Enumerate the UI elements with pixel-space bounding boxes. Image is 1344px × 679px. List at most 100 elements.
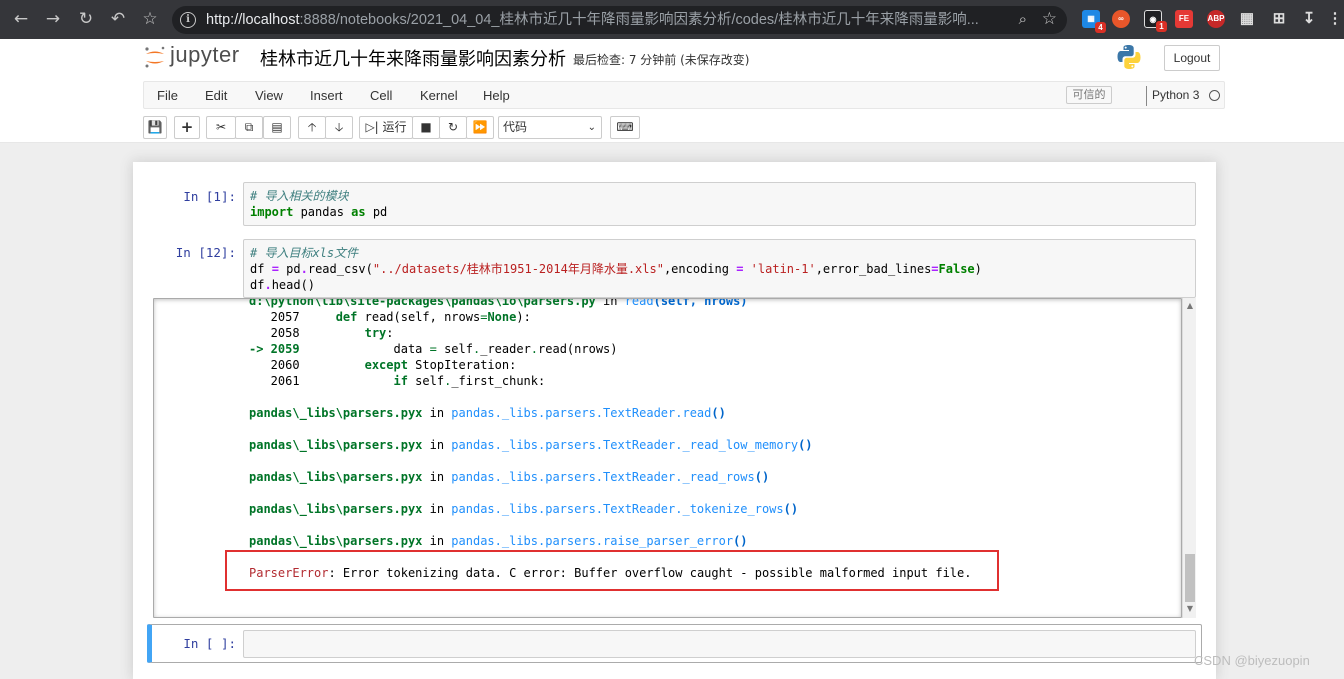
code-token: data [299, 342, 430, 356]
code-token: in [595, 298, 625, 308]
logout-button[interactable]: Logout [1164, 45, 1220, 71]
traceback-line: pandas\_libs\parsers.pyx in pandas._libs… [249, 501, 798, 517]
code-token: # 导入相关的模块 [250, 189, 349, 203]
code-token: 2061 [249, 374, 394, 388]
code-line: # 导入相关的模块 [250, 188, 1189, 204]
code-token: pandas\_libs\parsers.pyx [249, 502, 423, 516]
notebook-title[interactable]: 桂林市近几十年来降雨量影响因素分析 [260, 45, 566, 71]
cell-1-input[interactable]: # 导入相关的模块 import pandas as pd [243, 182, 1196, 226]
code-token: 2058 [249, 326, 365, 340]
traceback-line: pandas\_libs\parsers.pyx in pandas._libs… [249, 469, 769, 485]
code-token: _first_chunk: [451, 374, 546, 388]
crop-icon[interactable]: ⊞ [1270, 10, 1288, 28]
traceback-line [249, 421, 256, 437]
address-bar[interactable]: i http://localhost:8888/notebooks/2021_0… [172, 6, 1067, 34]
trusted-indicator[interactable]: 可信的 [1066, 86, 1112, 104]
menu-insert[interactable]: Insert [310, 88, 343, 103]
traceback-line: -> 2059 data = self._reader.read(nrows) [249, 341, 618, 357]
url-text[interactable]: http://localhost:8888/notebooks/2021_04_… [206, 10, 996, 30]
cell-type-select[interactable]: 代码 ⌄ [498, 116, 602, 139]
run-icon: ▷| [365, 120, 379, 134]
code-line: df.head() [250, 277, 1189, 293]
code-token: . [300, 262, 308, 276]
reload-icon[interactable]: ↻ [75, 8, 97, 30]
copy-icon[interactable]: ⧉ [235, 116, 263, 139]
back-arrow-icon[interactable]: ← [10, 8, 32, 30]
menu-cell[interactable]: Cell [370, 88, 392, 103]
menu-file[interactable]: File [157, 88, 178, 103]
scroll-down-icon[interactable]: ▼ [1183, 603, 1197, 615]
info-icon[interactable]: i [180, 12, 196, 28]
code-token: pandas._libs.parsers.TextReader.read [451, 406, 712, 420]
code-token: df [250, 262, 272, 276]
code-token: self [436, 342, 473, 356]
download-icon[interactable]: ↧ [1300, 10, 1318, 28]
extension-apps-icon[interactable]: ▦ [1238, 10, 1256, 28]
stop-icon[interactable]: ■ [412, 116, 440, 139]
browser-chrome: ← → ↻ ↶ ☆ i http://localhost:8888/notebo… [0, 0, 1344, 39]
code-token: _reader [480, 342, 531, 356]
traceback-line: pandas\_libs\parsers.pyx in pandas._libs… [249, 437, 813, 453]
code-token: ,encoding [663, 262, 737, 276]
traceback-line: 2057 def read(self, nrows=None): [249, 309, 531, 325]
code-token: read_csv( [307, 262, 373, 276]
traceback-line: pandas\_libs\parsers.pyx in pandas._libs… [249, 533, 748, 549]
traceback-line: 2058 try: [249, 325, 394, 341]
code-token: in [422, 438, 452, 452]
code-token: . [530, 342, 539, 356]
scrollbar-thumb[interactable] [1185, 554, 1195, 602]
code-token: pandas._libs.parsers.TextReader._read_lo… [451, 438, 799, 452]
extension-eye-icon[interactable]: ◉ 1 [1144, 10, 1167, 32]
code-token: head() [271, 278, 316, 292]
cut-icon[interactable]: ✂ [206, 116, 236, 139]
move-up-icon[interactable]: 🡡 [298, 116, 326, 139]
code-token: pandas [293, 205, 352, 219]
menu-view[interactable]: View [255, 88, 283, 103]
code-token: pd [278, 262, 301, 276]
menu-dots-icon[interactable]: ⋮ [1326, 10, 1344, 28]
cell-2-input[interactable]: # 导入目标xls文件 df = pd.read_csv("../datasets… [243, 239, 1196, 298]
extension-grid-icon[interactable]: ▦ 4 [1082, 10, 1106, 33]
undo-icon[interactable]: ↶ [107, 8, 129, 30]
code-token: read [624, 298, 654, 308]
kernel-name[interactable]: Python 3 [1152, 88, 1199, 102]
scroll-up-icon[interactable]: ▲ [1183, 300, 1197, 312]
code-token: 2057 [249, 310, 336, 324]
paste-icon[interactable]: ▤ [263, 116, 291, 139]
code-token: : [386, 326, 394, 340]
forward-arrow-icon[interactable]: → [42, 8, 64, 30]
code-token: read(nrows) [538, 342, 618, 356]
code-token: ): [516, 310, 531, 324]
fast-forward-icon[interactable]: ⏩ [466, 116, 494, 139]
extension-abp-icon[interactable]: ABP [1207, 10, 1225, 28]
run-button[interactable]: ▷| 运行 [359, 116, 413, 139]
code-token: pandas._libs.parsers.raise_parser_error [451, 534, 734, 548]
bookmark-star-icon[interactable]: ☆ [139, 8, 161, 30]
menu-kernel[interactable]: Kernel [420, 88, 458, 103]
jupyter-logo-text[interactable]: jupyter [170, 42, 240, 68]
code-token: () [798, 438, 813, 452]
restart-icon[interactable]: ↻ [439, 116, 467, 139]
traceback-line: pandas\_libs\parsers.pyx in pandas._libs… [249, 405, 726, 421]
code-token: () [733, 534, 748, 548]
python-logo-icon [1117, 45, 1141, 69]
code-token: pandas\_libs\parsers.pyx [249, 534, 423, 548]
code-token: -> 2059 [249, 342, 300, 356]
menu-edit[interactable]: Edit [205, 88, 227, 103]
zoom-icon[interactable]: ⌕ [1019, 10, 1027, 28]
menu-help[interactable]: Help [483, 88, 510, 103]
empty-cell-input[interactable] [243, 630, 1196, 658]
code-token: = [271, 262, 279, 276]
code-token: pandas._libs.parsers.TextReader._read_ro… [451, 470, 755, 484]
output-scrollbar[interactable]: ▲ ▼ [1182, 298, 1196, 618]
save-icon[interactable]: 💾 [143, 116, 167, 139]
insert-cell-icon[interactable]: + [174, 116, 200, 139]
kernel-idle-icon [1209, 90, 1220, 101]
star-icon[interactable]: ☆ [1042, 9, 1057, 29]
jupyter-logo-icon[interactable] [144, 45, 166, 69]
move-down-icon[interactable]: 🡣 [325, 116, 353, 139]
extension-infinity-icon[interactable]: ∞ [1112, 10, 1130, 28]
keyboard-icon[interactable]: ⌨ [610, 116, 640, 139]
extension-fe-icon[interactable]: FE [1175, 10, 1193, 28]
code-token: (self, nrows) [653, 298, 748, 308]
